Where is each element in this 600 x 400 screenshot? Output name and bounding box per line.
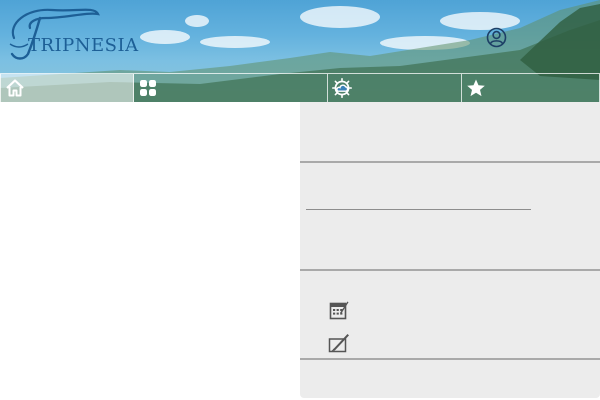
edit-icon[interactable] <box>328 332 350 354</box>
star-icon <box>467 79 485 97</box>
input-underline[interactable] <box>306 209 531 210</box>
nav-item-weather[interactable] <box>328 74 462 102</box>
nav-item-categories[interactable] <box>134 74 328 102</box>
user-circle-icon[interactable] <box>486 27 507 48</box>
tripnesia-logo[interactable]: TRIPNESIA <box>6 4 139 64</box>
grid-icon <box>140 80 156 96</box>
main-navbar <box>0 73 600 103</box>
panel-divider <box>300 161 600 163</box>
info-panel <box>300 102 600 398</box>
home-icon <box>6 79 24 97</box>
brand-name: TRIPNESIA <box>28 35 139 56</box>
calendar-icon[interactable] <box>329 300 349 322</box>
weather-icon <box>332 78 352 98</box>
panel-divider <box>300 269 600 271</box>
nav-item-favorites[interactable] <box>462 74 600 102</box>
panel-divider <box>300 358 600 360</box>
nav-item-home[interactable] <box>0 74 134 102</box>
